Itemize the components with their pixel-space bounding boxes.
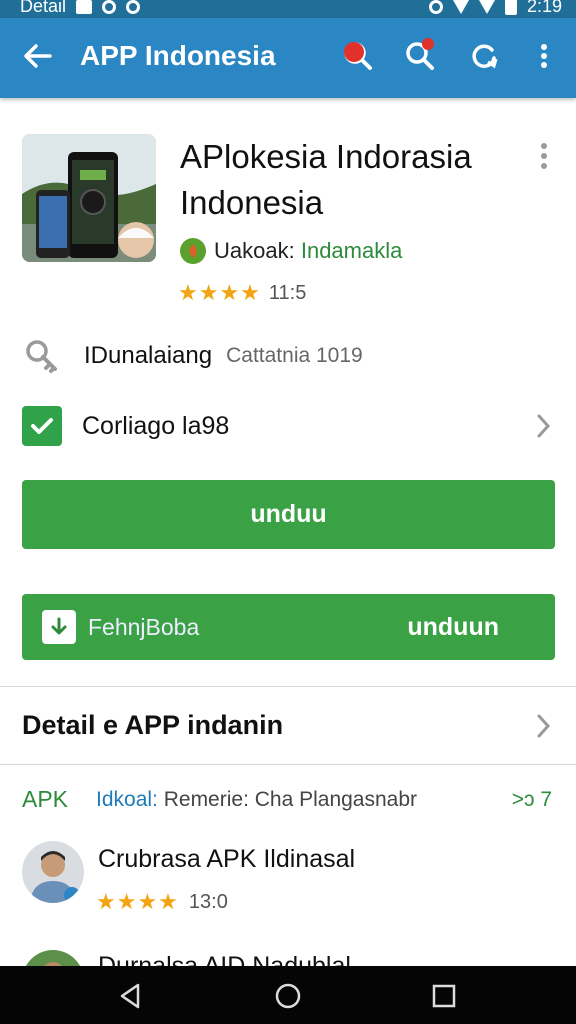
rating-stars: ★★★★ xyxy=(178,280,261,305)
status-left: Detail xyxy=(20,0,141,17)
avatar xyxy=(22,841,84,903)
review-rating: ★★★★ 13:0 xyxy=(96,889,228,915)
search-button[interactable] xyxy=(402,38,438,74)
vendor-row: Uakoak: Indamakla xyxy=(180,238,402,264)
review-rating-value: 13:0 xyxy=(188,890,228,913)
status-bar: Detail 2:19 xyxy=(0,0,576,18)
detail-section-header[interactable]: Detail e APP indanin xyxy=(22,706,554,746)
info-row-1-label: IDunalaiang xyxy=(84,342,213,369)
status-left-text: Detail xyxy=(20,0,67,16)
status-time: 2:19 xyxy=(526,0,562,16)
navigation-bar xyxy=(0,966,576,1024)
alarm-icon xyxy=(428,0,443,14)
vendor-badge-icon xyxy=(180,238,206,264)
nav-home-icon[interactable] xyxy=(273,981,303,1011)
key-search-icon xyxy=(26,340,57,373)
info-row-1-sub: Cattatnia 1019 xyxy=(226,344,363,367)
app-name: APlokesia Indorasia Indonesia xyxy=(180,138,472,221)
check-icon xyxy=(22,406,62,446)
back-arrow-icon[interactable] xyxy=(20,38,56,74)
notification-icon xyxy=(76,0,93,14)
chevron-right-icon xyxy=(537,714,551,738)
app-thumbnail xyxy=(22,134,156,262)
nav-recents-icon[interactable] xyxy=(429,981,459,1011)
rating-value: 11:5 xyxy=(268,281,307,304)
battery-icon xyxy=(504,0,517,15)
review-item[interactable]: Durnalsa AID Nadublal xyxy=(22,950,554,966)
detail-title: Detail e APP indanin xyxy=(22,710,284,740)
wifi-icon xyxy=(452,0,469,14)
review-stars: ★★★★ xyxy=(96,889,179,914)
tab-info-text: Remerie: Cha Plangasnabr xyxy=(163,788,418,811)
tab-info[interactable]: Idkoal: Remerie: Cha Plangasnabr xyxy=(96,788,417,812)
more-vert-icon[interactable] xyxy=(534,140,554,176)
tab-more[interactable]: >ɔ 7 xyxy=(512,788,552,812)
download-secondary-button[interactable]: FehnjBoba unduun xyxy=(22,594,555,660)
app-bar: APP Indonesia xyxy=(0,18,576,98)
divider xyxy=(0,686,576,687)
review-item[interactable]: Crubrasa APK Ildinasal ★★★★ 13:0 xyxy=(22,841,554,914)
vendor-label: Uakoak: xyxy=(214,238,295,263)
info-row-version[interactable]: IDunalaiang Cattatnia 1019 xyxy=(22,336,554,376)
tab-row: APK Idkoal: Remerie: Cha Plangasnabr >ɔ … xyxy=(22,786,554,814)
sync-icon xyxy=(126,0,141,14)
chevron-right-icon xyxy=(537,414,551,438)
avatar xyxy=(22,950,84,966)
secondary-right-label: unduun xyxy=(407,613,499,641)
refresh-icon xyxy=(472,44,498,69)
more-vert-icon[interactable] xyxy=(526,38,562,74)
signal-icon xyxy=(478,0,495,14)
alert-dot xyxy=(344,42,364,62)
info-row-verified[interactable]: Corliago la98 xyxy=(22,404,554,448)
refresh-button[interactable] xyxy=(466,38,502,74)
info-row-2-label: Corliago la98 xyxy=(82,411,230,440)
divider xyxy=(0,764,576,765)
review-name: Durnalsa AID Nadublal xyxy=(98,952,351,966)
app-rating: ★★★★ 11:5 xyxy=(178,280,306,306)
secondary-left-label: FehnjBoba xyxy=(88,614,200,640)
status-right: 2:19 xyxy=(428,0,562,17)
review-name: Crubrasa APK Ildinasal xyxy=(98,845,356,873)
vendor-value: Indamakla xyxy=(300,238,403,263)
vendor-text[interactable]: Uakoak: Indamakla xyxy=(214,238,402,264)
download-button[interactable]: unduu xyxy=(22,480,555,549)
music-icon xyxy=(102,0,117,14)
tab-apk[interactable]: APK xyxy=(22,786,68,813)
tab-info-label: Idkoal: xyxy=(96,788,158,811)
download-icon xyxy=(42,610,76,644)
notification-dot xyxy=(422,38,434,50)
app-bar-title: APP Indonesia xyxy=(80,40,276,71)
nav-back-icon[interactable] xyxy=(116,981,146,1011)
search-alert-button[interactable] xyxy=(340,38,376,74)
